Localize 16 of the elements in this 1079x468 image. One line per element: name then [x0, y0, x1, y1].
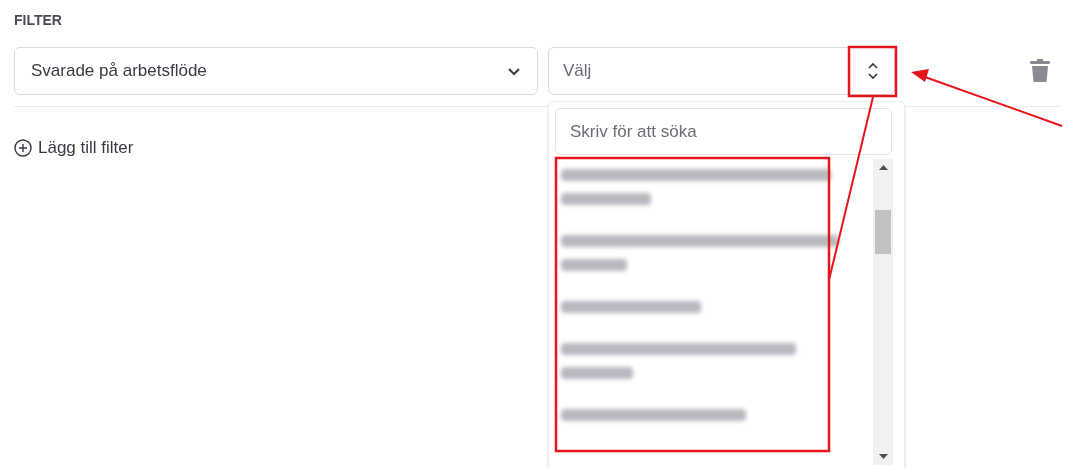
field-select[interactable]: Svarade på arbetsflöde — [14, 47, 538, 95]
blurred-option-text — [561, 367, 633, 379]
trash-icon[interactable] — [1030, 59, 1050, 83]
search-field[interactable]: Skriv för att söka — [555, 108, 892, 155]
scrollbar[interactable] — [873, 159, 893, 465]
updown-chevron-icon — [867, 61, 879, 81]
chevron-down-icon — [507, 66, 521, 76]
highlight-box — [847, 45, 898, 98]
scroll-down-icon[interactable] — [878, 454, 888, 459]
scroll-up-icon[interactable] — [878, 165, 888, 170]
plus-circle-icon — [14, 138, 32, 157]
add-filter-link[interactable]: Lägg till filter — [14, 135, 134, 161]
blurred-option-text — [561, 259, 627, 271]
value-select[interactable]: Välj — [548, 47, 895, 95]
section-heading: FILTER — [14, 11, 63, 29]
scroll-thumb[interactable] — [875, 210, 891, 254]
